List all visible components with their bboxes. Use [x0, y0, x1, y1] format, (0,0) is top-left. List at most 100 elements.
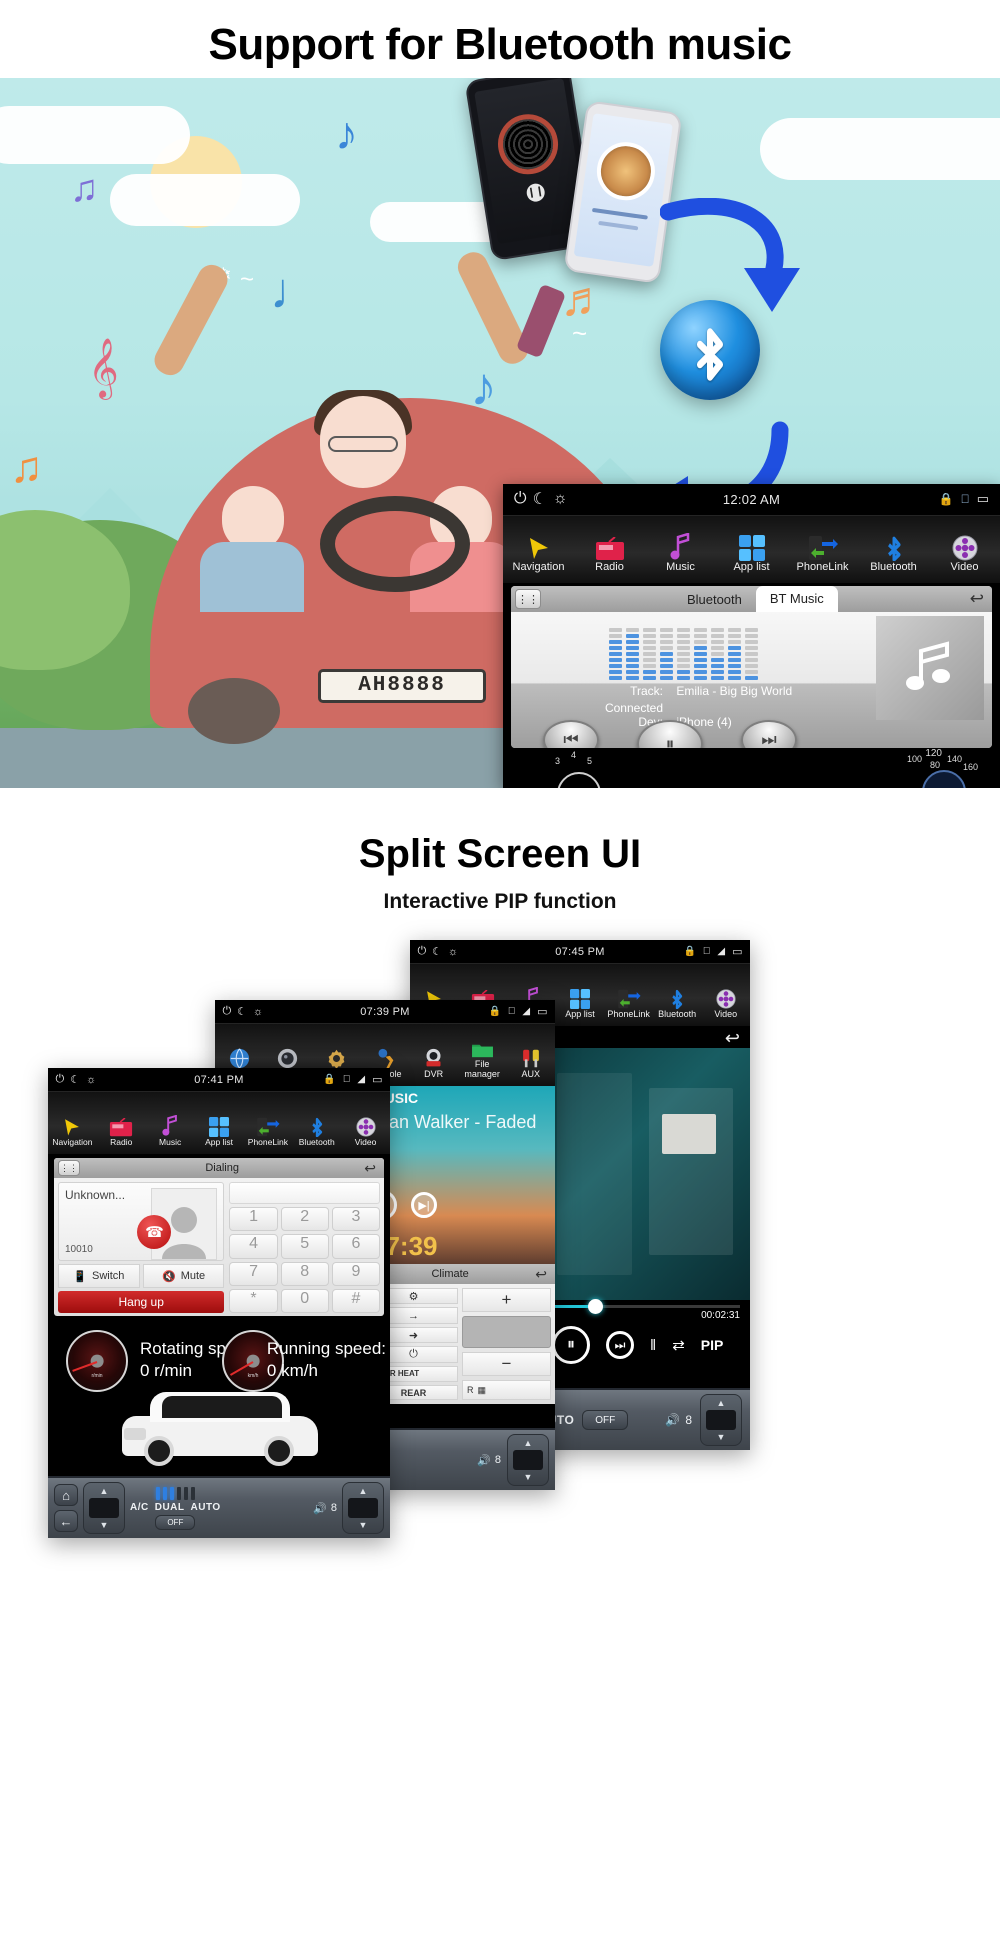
pip-video-pane[interactable]: [540, 1048, 750, 1300]
volume-rocker[interactable]: ▲ ▼: [342, 1482, 384, 1534]
key-5[interactable]: 5: [280, 1234, 329, 1259]
head-unit-bluetooth[interactable]: ⏻ ☾ ☼ 12:02 AM 🔒  ▭ Navigation: [503, 484, 1000, 788]
previous-button[interactable]: ⏮: [543, 720, 599, 748]
key-hash[interactable]: #: [331, 1288, 380, 1313]
dual-label[interactable]: DUAL: [155, 1502, 185, 1513]
key-6[interactable]: 6: [331, 1234, 380, 1259]
off-button[interactable]: OFF: [582, 1410, 629, 1430]
app-bluetooth[interactable]: Bluetooth: [858, 533, 929, 583]
keypad[interactable]: 1 2 3 4 5 6 7 8 9 * 0 #: [229, 1207, 380, 1313]
temp-rocker[interactable]: ▲▼: [83, 1482, 125, 1534]
mute-button[interactable]: 🔇 Mute: [142, 1264, 225, 1288]
app-video[interactable]: Video: [701, 989, 750, 1026]
video-reel-icon: [701, 989, 750, 1009]
app-music[interactable]: Music: [645, 532, 716, 583]
shuffle-button[interactable]: ⇄: [672, 1336, 685, 1354]
back-arrow-icon[interactable]: ↩: [725, 1028, 740, 1049]
pane-tab-bar[interactable]: ⋮⋮ Dialing ↩: [54, 1158, 384, 1178]
off-button[interactable]: OFF: [155, 1514, 196, 1530]
equalizer-icon[interactable]: ⋮⋮: [515, 589, 541, 609]
app-bluetooth[interactable]: Bluetooth: [292, 1115, 341, 1154]
volume-icon[interactable]: 🔊: [313, 1502, 327, 1515]
head-unit-front-screen[interactable]: ⏻ ☾ ☼ 07:41 PM 🔒  ◢ ▭ Navigation Radio: [48, 1068, 390, 1538]
pause-button[interactable]: ⏸: [637, 720, 703, 748]
equalizer-icon[interactable]: ⋮⋮: [58, 1160, 80, 1176]
auto-label[interactable]: AUTO: [191, 1502, 221, 1513]
transport-controls[interactable]: ⏮ ⏸ ⏭: [543, 720, 797, 748]
app-radio[interactable]: Radio: [97, 1118, 146, 1154]
dialing-pane[interactable]: ⋮⋮ Dialing ↩ Unknown... 10010 ☎ 📱 Switch…: [54, 1158, 384, 1316]
app-launcher-bar[interactable]: Navigation Radio Music App list PhoneLin…: [503, 515, 1000, 583]
dial-input[interactable]: [229, 1182, 380, 1204]
cloud-shape: [0, 106, 190, 164]
music-note-3d-icon: [906, 641, 950, 690]
car-wheel: [188, 678, 280, 744]
running-speed-readout: Running speed: 0 km/h: [267, 1338, 386, 1382]
app-phonelink[interactable]: PhoneLink: [604, 989, 653, 1026]
next-button[interactable]: ⏭: [606, 1331, 634, 1359]
seek-bar[interactable]: [550, 1299, 740, 1314]
back-arrow-icon[interactable]: ↩: [364, 1160, 376, 1177]
temp-down-button[interactable]: −: [462, 1352, 551, 1376]
app-app-list[interactable]: App list: [716, 534, 787, 583]
app-aux[interactable]: AUX: [506, 1048, 555, 1086]
key-0[interactable]: 0: [280, 1288, 329, 1313]
app-phonelink[interactable]: PhoneLink: [243, 1117, 292, 1154]
key-1[interactable]: 1: [229, 1207, 278, 1232]
pane-tab-bar[interactable]: Climate ↩: [365, 1264, 555, 1284]
climate-bar[interactable]: ⌂ ← ▲ ▼ A/C DUAL AUTO OFF 🔊 8 ▲ ▼: [48, 1476, 390, 1538]
app-bluetooth[interactable]: Bluetooth: [653, 987, 702, 1026]
pip-label[interactable]: PIP: [701, 1337, 724, 1353]
climate-pane[interactable]: Climate ↩ ⚙ → ➜ ⏻ REAR HEAT REAR + − R ▦: [365, 1264, 555, 1404]
rear-defrost-button[interactable]: R ▦: [462, 1380, 551, 1400]
switch-button[interactable]: 📱 Switch: [58, 1264, 140, 1288]
app-navigation[interactable]: Navigation: [503, 535, 574, 583]
bt-music-pane[interactable]: ⋮⋮ Bluetooth BT Music ↩ Track: Emilia - …: [511, 586, 992, 748]
key-4[interactable]: 4: [229, 1234, 278, 1259]
ac-label[interactable]: A/C: [130, 1502, 149, 1513]
pip-controls[interactable]: 00:02:31 ⏸ ⏭ ‖ ⇄ PIP: [540, 1299, 750, 1384]
music-overlay-pane[interactable]: MUSIC Alan Walker - Faded ❙❙ ▶| 07:39: [365, 1086, 555, 1266]
equalizer-button[interactable]: ‖: [650, 1337, 656, 1354]
app-app-list[interactable]: App list: [556, 989, 605, 1026]
next-button[interactable]: ▶|: [411, 1192, 437, 1218]
app-navigation[interactable]: Navigation: [48, 1117, 97, 1154]
key-3[interactable]: 3: [331, 1207, 380, 1232]
status-bar: ⏻ ☾ ☼ 07:39 PM 🔒  ◢ ▭: [215, 1000, 555, 1024]
driver-glasses: [328, 436, 398, 452]
key-2[interactable]: 2: [280, 1207, 329, 1232]
app-video[interactable]: Video: [929, 535, 1000, 583]
album-art: [876, 616, 984, 720]
home-icon[interactable]: ⌂: [54, 1484, 78, 1506]
app-video[interactable]: Video: [341, 1117, 390, 1154]
next-button[interactable]: ⏭: [741, 720, 797, 748]
app-dvr[interactable]: DVR: [409, 1048, 458, 1086]
tab-bluetooth[interactable]: Bluetooth: [673, 589, 756, 610]
app-app-list[interactable]: App list: [195, 1117, 244, 1154]
key-8[interactable]: 8: [280, 1261, 329, 1286]
app-file-manager[interactable]: File manager: [458, 1041, 507, 1086]
temp-rocker[interactable]: ▲▼: [700, 1394, 742, 1446]
video-reel-icon: [341, 1117, 390, 1137]
app-phonelink[interactable]: PhoneLink: [787, 535, 858, 583]
app-radio[interactable]: Radio: [574, 536, 645, 583]
pane-tab-bar[interactable]: ⋮⋮ Bluetooth BT Music ↩: [511, 586, 992, 612]
volume-rocker[interactable]: ▲ ▼: [507, 1434, 549, 1486]
app-music[interactable]: Music: [146, 1115, 195, 1154]
volume-icon[interactable]: 🔊: [477, 1454, 491, 1467]
temp-up-button[interactable]: +: [462, 1288, 551, 1312]
eq-column: [728, 628, 741, 680]
tab-bt-music[interactable]: BT Music: [755, 586, 838, 612]
key-7[interactable]: 7: [229, 1261, 278, 1286]
hangup-button[interactable]: Hang up: [58, 1291, 225, 1313]
back-arrow-icon[interactable]: ↩: [970, 589, 984, 609]
section2-subtitle: Interactive PIP function: [383, 890, 617, 913]
back-arrow-icon[interactable]: ↩: [535, 1266, 547, 1283]
pause-button[interactable]: ⏸: [552, 1326, 590, 1364]
key-star[interactable]: *: [229, 1288, 278, 1313]
back-circle-icon[interactable]: ←: [54, 1510, 78, 1532]
app-launcher-bar[interactable]: Navigation Radio Music App list PhoneLin…: [48, 1092, 390, 1154]
speedo-tick-label: 100: [906, 754, 922, 764]
volume-icon[interactable]: 🔊: [665, 1413, 680, 1427]
key-9[interactable]: 9: [331, 1261, 380, 1286]
